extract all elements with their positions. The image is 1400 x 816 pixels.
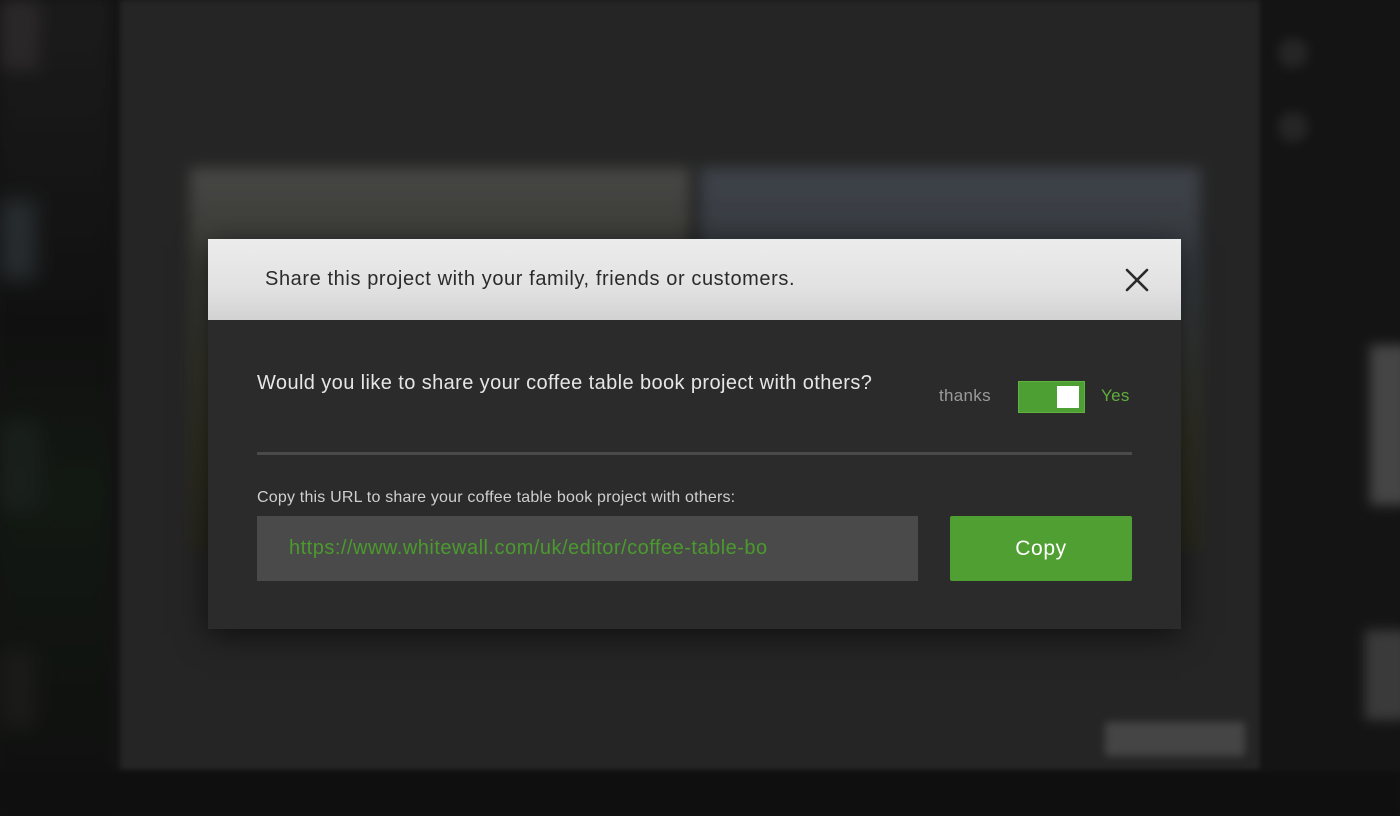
divider: [257, 452, 1132, 455]
share-toggle[interactable]: [1018, 381, 1085, 413]
share-url-field[interactable]: [257, 516, 918, 581]
share-dialog: Share this project with your family, fri…: [208, 239, 1181, 629]
copy-button[interactable]: Copy: [950, 516, 1132, 581]
toggle-on-label[interactable]: Yes: [1101, 386, 1130, 406]
share-question: Would you like to share your coffee tabl…: [257, 372, 873, 394]
url-label: Copy this URL to share your coffee table…: [257, 489, 736, 506]
dialog-body: Would you like to share your coffee tabl…: [208, 320, 1181, 455]
close-button[interactable]: [1123, 266, 1151, 294]
close-icon: [1125, 268, 1149, 292]
dialog-title: Share this project with your family, fri…: [265, 268, 796, 290]
toggle-off-label[interactable]: thanks: [939, 386, 991, 406]
toggle-knob: [1057, 386, 1079, 408]
share-question-row: Would you like to share your coffee tabl…: [257, 320, 1132, 455]
dialog-header: Share this project with your family, fri…: [208, 239, 1181, 320]
